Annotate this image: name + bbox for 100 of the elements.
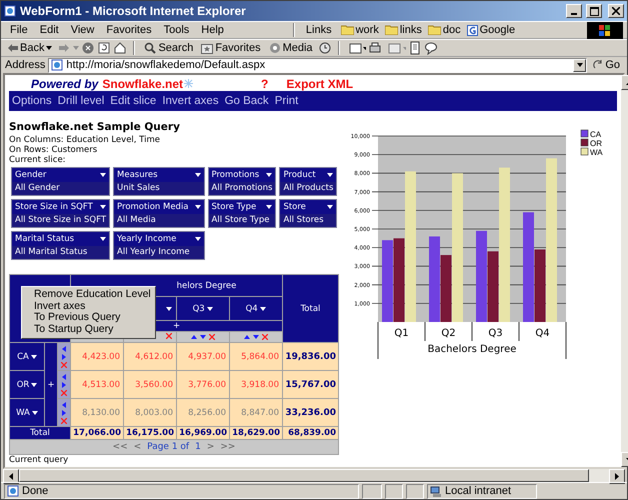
scroll-right-button[interactable] [609, 469, 625, 484]
page-icon [4, 5, 16, 17]
link-item[interactable]: work [338, 24, 381, 36]
legend-label: OR [590, 139, 602, 148]
home-icon[interactable] [113, 41, 128, 55]
column-total-cell: 18,629.00 [230, 427, 282, 439]
caret-icon [46, 46, 52, 50]
nav-link[interactable]: Edit slice [110, 95, 156, 108]
caret-icon [266, 205, 272, 209]
sort-up-icon[interactable] [191, 335, 197, 339]
favorites-button[interactable]: Favorites [198, 40, 264, 56]
dimension-dropdown[interactable]: Measures [114, 168, 204, 182]
value-cell: 5,864.00 [230, 343, 282, 370]
link-item[interactable]: links [382, 24, 424, 36]
quarter-header[interactable]: Q3 [177, 297, 229, 320]
stop-icon[interactable] [81, 41, 96, 55]
search-button[interactable]: Search [141, 40, 196, 56]
close-button[interactable] [608, 4, 624, 18]
scroll-left-button[interactable] [3, 469, 19, 484]
dimension-dropdown[interactable]: Store Type [208, 200, 276, 214]
discuss-icon[interactable] [424, 41, 438, 55]
right-arrow-icon[interactable] [62, 382, 66, 388]
dimension-dropdown[interactable]: Product [280, 168, 336, 182]
back-arrow-icon [8, 44, 18, 52]
caret-icon [194, 173, 201, 177]
page-number-link[interactable]: 1 [195, 442, 201, 452]
menu-item[interactable]: Tools [158, 24, 194, 36]
folder-icon [340, 25, 354, 35]
dropdown-button[interactable] [573, 58, 586, 72]
column-total-cell: 16,969.00 [177, 427, 229, 439]
slicer-member: Unit Sales [114, 182, 204, 195]
slicer-member: All Stores [280, 214, 336, 227]
menu-item[interactable]: File [5, 24, 33, 36]
go-arrow-icon [593, 60, 604, 70]
left-arrow-icon[interactable] [62, 346, 66, 352]
print-icon[interactable] [368, 41, 382, 55]
caret-icon [166, 306, 172, 310]
nav-link[interactable]: Invert axes [162, 95, 219, 108]
caret-icon [100, 205, 106, 209]
menu-item[interactable]: Help [196, 24, 229, 36]
media-button[interactable]: Media [266, 40, 316, 56]
nav-link[interactable]: Go Back [224, 95, 269, 108]
brand-name: Snowflake.net [102, 77, 184, 91]
slicer-member: All Yearly Income [114, 246, 204, 259]
previous-page-link[interactable]: < [134, 442, 142, 452]
right-arrow-icon[interactable] [62, 410, 66, 416]
page-indicator: Page 1 of [147, 442, 190, 452]
back-button[interactable]: Back [5, 40, 56, 56]
right-arrow-icon[interactable] [62, 354, 66, 360]
status-panel [362, 484, 382, 498]
scroll-thumb[interactable] [19, 469, 589, 482]
history-icon[interactable] [318, 41, 332, 55]
export-xml-link[interactable]: Export XML [286, 77, 354, 91]
link-item[interactable]: Google [464, 24, 518, 36]
left-arrow-icon[interactable] [62, 374, 66, 380]
value-cell: 8,130.00 [71, 399, 123, 426]
expand-rows-cell[interactable]: + [45, 343, 57, 426]
sort-down-icon[interactable] [253, 335, 259, 339]
maximize-button[interactable] [586, 4, 602, 18]
rows-text: On Rows: Customers [9, 145, 98, 155]
dimension-dropdown[interactable]: Promotions [208, 168, 276, 182]
disc-icon [268, 42, 281, 54]
left-arrow-icon[interactable] [62, 402, 66, 408]
link-item[interactable]: doc [426, 24, 463, 36]
sort-down-icon[interactable] [200, 335, 206, 339]
document-icon[interactable] [408, 41, 422, 55]
go-button[interactable]: Go [590, 57, 623, 73]
menu-item[interactable]: Edit [34, 24, 64, 36]
dimension-dropdown[interactable]: Marital Status [12, 232, 110, 246]
menu-item[interactable]: Favorites [101, 24, 157, 36]
row-total-cell: 15,767.00 [283, 371, 338, 398]
address-field[interactable]: http://moria/snowflakedemo/Default.aspx [48, 58, 588, 72]
windows-logo [587, 22, 623, 38]
caret-icon [100, 237, 106, 241]
next-page-link[interactable]: > [206, 442, 214, 452]
slicer-member: All Marital Status [12, 246, 110, 259]
dimension-dropdown[interactable]: Store [280, 200, 336, 214]
nav-link[interactable]: Options [12, 95, 52, 108]
current-query-label: Current query [9, 455, 70, 467]
caret-icon [31, 382, 38, 386]
sort-up-icon[interactable] [244, 335, 250, 339]
refresh-icon[interactable] [97, 41, 112, 55]
menu-item[interactable]: View [66, 24, 100, 36]
dimension-dropdown[interactable]: Promotion Media [114, 200, 204, 214]
caret-icon [266, 173, 272, 177]
last-page-link[interactable]: >> [220, 442, 236, 452]
nav-link[interactable]: Print [274, 95, 298, 108]
dimension-dropdown[interactable]: Store Size in SQFT [12, 200, 110, 214]
quarter-header[interactable]: Q4 [230, 297, 282, 320]
value-cell: 4,513.00 [71, 371, 123, 398]
dimension-dropdown[interactable]: Yearly Income [114, 232, 204, 246]
context-menu-item[interactable]: To Previous Query [22, 312, 155, 324]
context-menu-item[interactable]: Invert axes [22, 300, 155, 312]
caret-icon [100, 173, 106, 177]
minimize-button[interactable] [566, 4, 582, 18]
dimension-dropdown[interactable]: Gender [12, 168, 110, 182]
caret-icon [327, 205, 334, 209]
nav-link[interactable]: Drill level [58, 95, 104, 108]
first-page-link[interactable]: << [112, 442, 128, 452]
help-link[interactable]: ? [261, 77, 268, 91]
